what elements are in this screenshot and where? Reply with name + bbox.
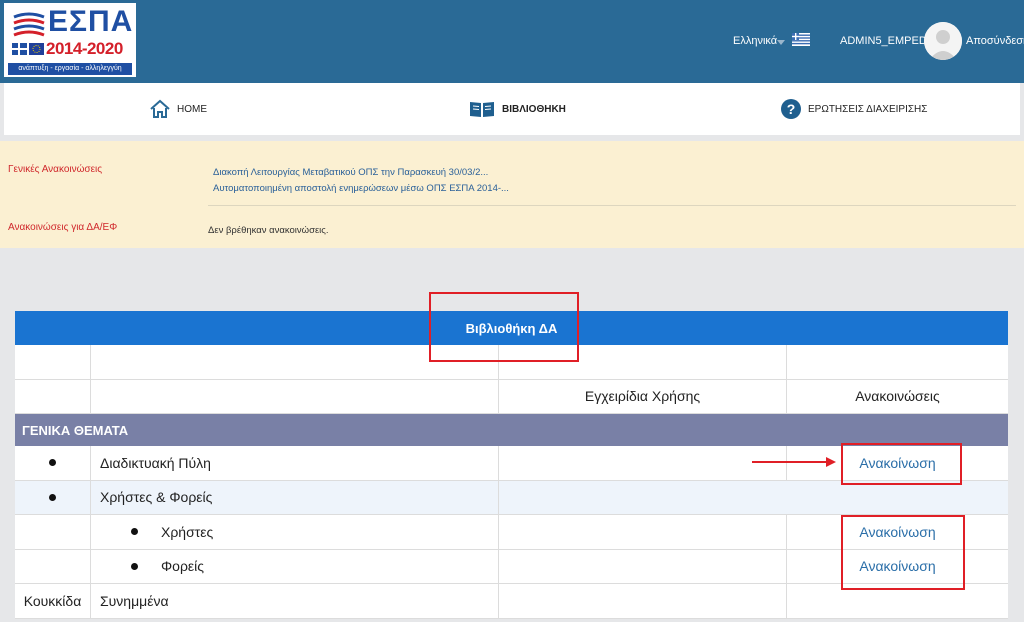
row-label: Συνημμένα	[91, 584, 499, 618]
nav-faq[interactable]: ? ΕΡΩΤΗΣΕΙΣ ΔΙΑΧΕΙΡΙΣΗΣ	[780, 83, 927, 135]
question-circle-icon: ?	[781, 99, 801, 119]
table-cell	[15, 345, 91, 379]
table-cell	[15, 480, 91, 514]
main-nav: HOME ΒΙΒΛΙΟΘΗΚΗ ? ΕΡΩΤΗΣΕΙΣ ΔΙΑΧΕΙΡΙΣΗΣ	[4, 83, 1020, 135]
logo-word: ΕΣΠΑ	[48, 5, 134, 38]
nav-faq-label: ΕΡΩΤΗΣΕΙΣ ΔΙΑΧΕΙΡΙΣΗΣ	[808, 103, 928, 115]
table-cell	[15, 515, 91, 549]
divider	[208, 205, 1016, 206]
table-cell	[15, 379, 91, 413]
table-cell	[499, 446, 787, 480]
top-header: ΕΣΠΑ 2014-2020 ανάπτυξη - εργασία - αλλη…	[0, 0, 1024, 83]
nav-library[interactable]: ΒΙΒΛΙΟΘΗΚΗ	[468, 83, 566, 135]
no-announcements-text: Δεν βρέθηκαν ανακοινώσεις.	[208, 225, 329, 236]
bullet	[49, 493, 56, 501]
table-cell: Φορείς	[91, 549, 499, 583]
greek-flag-icon[interactable]	[792, 33, 810, 46]
title-highlight-box	[429, 292, 579, 362]
announcements-panel: Γενικές Ανακοινώσεις Διακοπή Λειτουργίας…	[0, 141, 1024, 248]
table-header-row: Εγχειρίδια Χρήσης Ανακοινώσεις	[15, 379, 1008, 414]
bullet	[131, 562, 138, 570]
logo-years: 2014-2020	[46, 39, 123, 58]
table-cell	[499, 481, 787, 515]
links-highlight-box	[841, 515, 965, 590]
bullet	[131, 528, 138, 536]
announcement-link[interactable]: Αυτοματοποιημένη αποστολή ενημερώσεων μέ…	[213, 183, 509, 194]
announcement-link[interactable]: Διακοπή Λειτουργίας Μεταβατικού ΟΠΣ την …	[213, 167, 488, 178]
espa-logo[interactable]: ΕΣΠΑ 2014-2020 ανάπτυξη - εργασία - αλλη…	[4, 3, 136, 77]
column-header-announcements: Ανακοινώσεις	[855, 388, 940, 405]
user-avatar-icon	[924, 22, 962, 60]
row-label: Φορείς	[161, 558, 205, 575]
column-header-manuals: Εγχειρίδια Χρήσης	[499, 379, 787, 413]
row-label: Χρήστες	[161, 523, 214, 540]
table-cell	[91, 379, 499, 413]
logo-waves-icon	[13, 12, 45, 37]
language-selector[interactable]: Ελληνικά	[733, 35, 777, 47]
chevron-down-icon[interactable]	[777, 40, 785, 45]
bullet	[49, 459, 56, 467]
eu-flags-icon	[12, 43, 44, 55]
table-cell	[787, 481, 1008, 515]
table-cell	[15, 446, 91, 480]
nav-home[interactable]: HOME	[149, 83, 207, 135]
row-type-label: Κουκκίδα	[15, 584, 91, 618]
row-label: Χρήστες & Φορείς	[91, 480, 499, 514]
row-label: Διαδικτυακή Πύλη	[91, 446, 499, 480]
table-cell	[499, 549, 787, 583]
avatar[interactable]	[924, 22, 962, 60]
book-icon	[470, 102, 494, 117]
general-announcements-label: Γενικές Ανακοινώσεις	[8, 164, 103, 175]
nav-home-label: HOME	[177, 103, 207, 115]
table-cell	[15, 549, 91, 583]
table-row: Χρήστες & Φορείς	[15, 480, 1008, 515]
logo-tagline: ανάπτυξη - εργασία - αλληλεγγύη	[8, 63, 132, 75]
table-cell: Χρήστες	[91, 515, 499, 549]
logout-link[interactable]: Αποσύνδεση	[966, 35, 1024, 47]
svg-text:?: ?	[787, 101, 796, 117]
table-cell	[787, 345, 1008, 379]
link-highlight-box	[841, 443, 962, 485]
username[interactable]: ADMIN5_EMPEDU	[840, 35, 935, 47]
table-cell	[499, 515, 787, 549]
section-header: ΓΕΝΙΚΑ ΘΕΜΑΤΑ	[15, 414, 1008, 446]
da-announcements-label: Ανακοινώσεις για ΔΑ/ΕΦ	[8, 222, 118, 233]
arrow-right-icon	[752, 457, 836, 467]
nav-library-label: ΒΙΒΛΙΟΘΗΚΗ	[502, 103, 566, 115]
table-cell	[499, 584, 787, 618]
home-icon	[150, 99, 170, 118]
